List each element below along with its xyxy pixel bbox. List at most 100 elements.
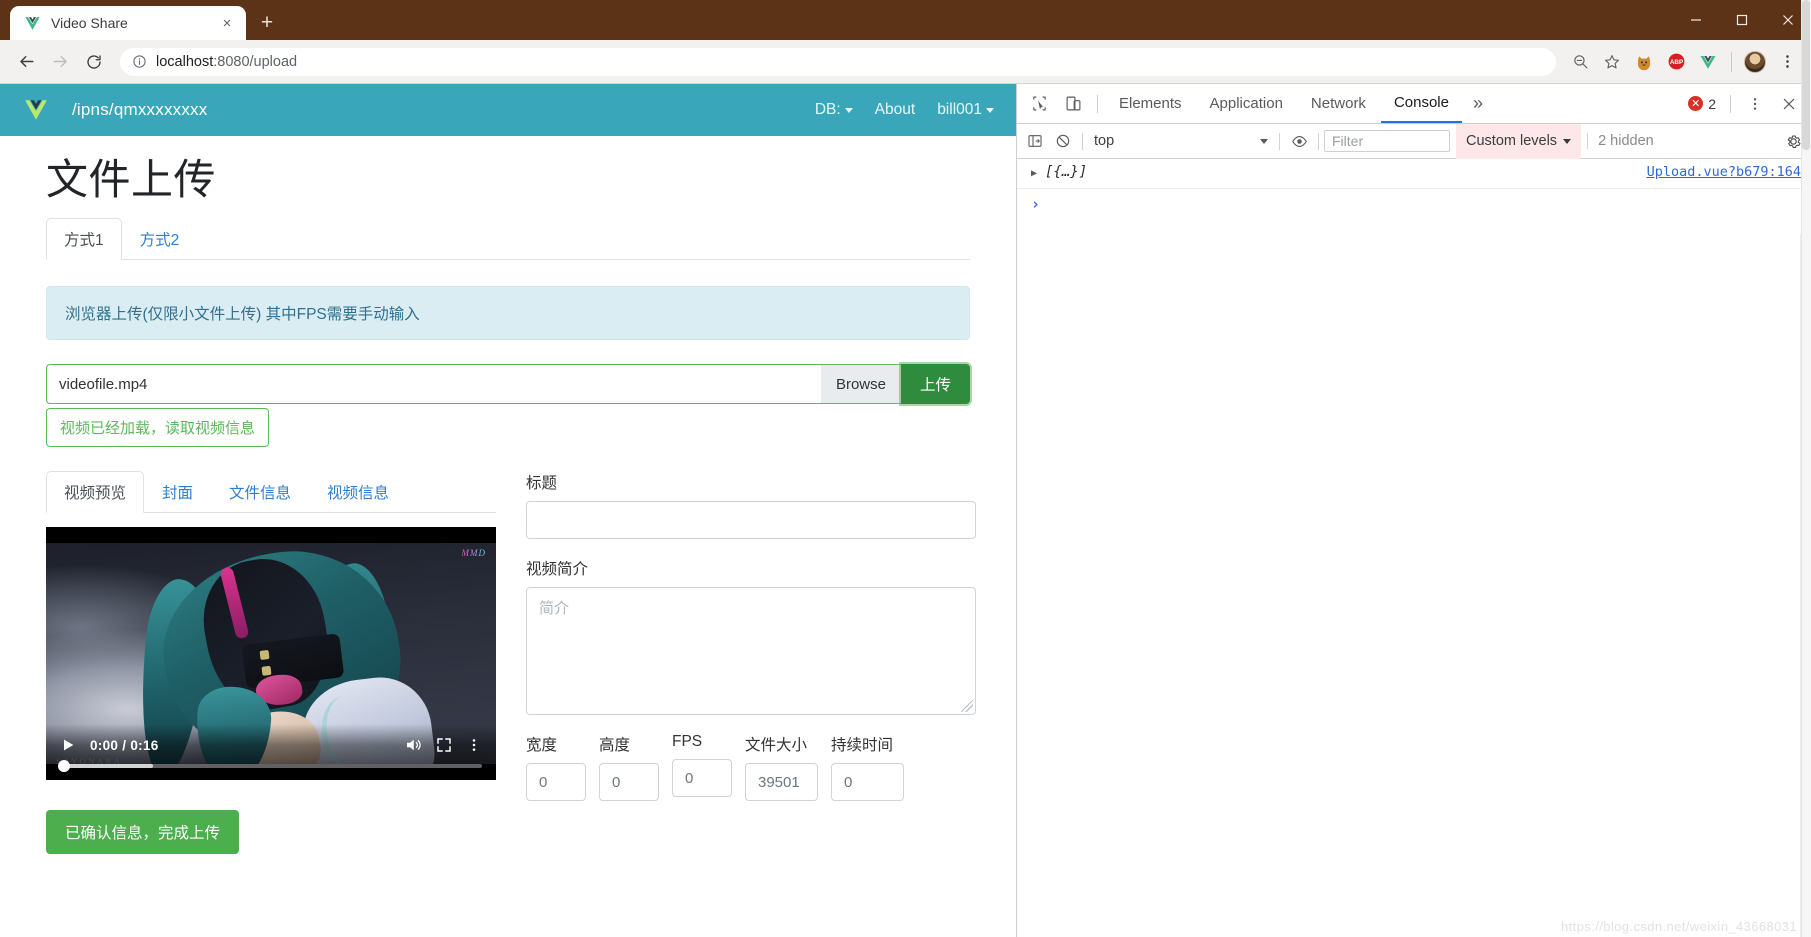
kebab-menu-icon[interactable] bbox=[466, 737, 482, 753]
address-bar[interactable]: localhost:8080/upload bbox=[120, 47, 1556, 76]
tab-file-info[interactable]: 文件信息 bbox=[211, 471, 309, 513]
console-log-text: [{…}] bbox=[1045, 164, 1088, 180]
description-field-group: 视频简介 简介 bbox=[526, 557, 976, 716]
vue-logo-icon bbox=[25, 16, 40, 30]
console-log-source-link[interactable]: Upload.vue?b679:164 bbox=[1631, 164, 1801, 180]
navbar-item-db[interactable]: DB: bbox=[815, 101, 853, 119]
page-scroll-area: /ipns/qmxxxxxxxx DB: About bill001 文件上传 … bbox=[0, 84, 1016, 937]
tab-title: Video Share bbox=[51, 15, 128, 31]
console-toolbar: top Filter Custom levels 2 hidden bbox=[1017, 123, 1811, 159]
fullscreen-icon[interactable] bbox=[436, 737, 452, 753]
meta-field-width: 宽度 0 bbox=[526, 733, 586, 802]
meta-input-fps[interactable]: 0 bbox=[672, 759, 732, 798]
adblock-plus-icon[interactable]: ABP bbox=[1662, 48, 1690, 76]
video-time-display: 0:00 / 0:16 bbox=[90, 737, 159, 753]
meta-input-height[interactable]: 0 bbox=[599, 763, 659, 802]
tab-strip: Video Share × + bbox=[0, 0, 282, 40]
tab-elements[interactable]: Elements bbox=[1106, 84, 1195, 123]
chevron-down-icon bbox=[1260, 138, 1268, 144]
description-label: 视频简介 bbox=[526, 561, 589, 579]
console-sidebar-icon[interactable] bbox=[1021, 128, 1049, 154]
meta-input-duration[interactable]: 0 bbox=[831, 763, 904, 802]
divider bbox=[1279, 132, 1280, 150]
browser-scrollbar[interactable] bbox=[1801, 0, 1811, 937]
close-icon[interactable]: × bbox=[218, 14, 236, 32]
tab-video-preview[interactable]: 视频预览 bbox=[46, 471, 145, 514]
live-expression-icon[interactable] bbox=[1285, 128, 1313, 154]
navbar-item-about[interactable]: About bbox=[875, 101, 916, 119]
page-title: 文件上传 bbox=[46, 156, 217, 203]
upload-button[interactable]: 上传 bbox=[900, 364, 970, 405]
bookmark-star-icon[interactable] bbox=[1598, 48, 1626, 76]
maximize-icon[interactable] bbox=[1719, 0, 1765, 40]
tab-video-info[interactable]: 视频信息 bbox=[309, 471, 407, 513]
console-log-entry[interactable]: ▶ [{…}] Upload.vue?b679:164 bbox=[1017, 159, 1811, 189]
back-icon[interactable] bbox=[10, 46, 42, 78]
profile-avatar[interactable] bbox=[1741, 48, 1769, 76]
method-tabs: 方式1 方式2 bbox=[46, 218, 970, 261]
volume-high-icon[interactable] bbox=[404, 736, 422, 754]
meta-field-filesize: 文件大小 39501 bbox=[745, 733, 818, 802]
app-navbar: /ipns/qmxxxxxxxx DB: About bill001 bbox=[0, 84, 1016, 136]
viewport: /ipns/qmxxxxxxxx DB: About bill001 文件上传 … bbox=[0, 0, 1811, 937]
info-alert: 浏览器上传(仅限小文件上传) 其中FPS需要手动输入 bbox=[46, 286, 970, 341]
kebab-menu-icon[interactable] bbox=[1739, 90, 1771, 118]
description-textarea[interactable]: 简介 bbox=[526, 587, 976, 716]
title-label: 标题 bbox=[526, 475, 558, 493]
inspect-element-icon[interactable] bbox=[1023, 90, 1055, 118]
description-placeholder: 简介 bbox=[539, 600, 570, 618]
forward-icon bbox=[44, 46, 76, 78]
minimize-icon[interactable] bbox=[1673, 0, 1719, 40]
reload-icon[interactable] bbox=[78, 46, 110, 78]
meta-label-filesize: 文件大小 bbox=[745, 737, 808, 755]
new-tab-button[interactable]: + bbox=[252, 7, 282, 37]
clear-console-icon[interactable] bbox=[1049, 128, 1077, 154]
chevron-down-icon bbox=[986, 107, 994, 113]
window-controls bbox=[1673, 0, 1811, 40]
page-watermark: https://blog.csdn.net/weixin_43668031 bbox=[1561, 919, 1797, 934]
execution-context-select[interactable]: top bbox=[1088, 129, 1274, 153]
tab-method-1[interactable]: 方式1 bbox=[46, 218, 122, 261]
file-name-input[interactable]: videofile.mp4 bbox=[46, 364, 821, 405]
navbar-item-user-label: bill001 bbox=[937, 101, 982, 118]
tab-application[interactable]: Application bbox=[1197, 84, 1296, 123]
browse-button[interactable]: Browse bbox=[820, 364, 901, 405]
video-player[interactable]: MMD SAYONARA 0:00 / 0:16 bbox=[46, 527, 496, 781]
video-progress-bar[interactable] bbox=[58, 760, 482, 773]
meta-input-width[interactable]: 0 bbox=[526, 763, 586, 802]
console-log-area: ▶ [{…}] Upload.vue?b679:164 › bbox=[1017, 159, 1811, 937]
divider bbox=[1097, 94, 1098, 113]
navbar-item-user[interactable]: bill001 bbox=[937, 101, 994, 119]
ipns-path[interactable]: /ipns/qmxxxxxxxx bbox=[72, 100, 207, 120]
resize-handle-icon[interactable] bbox=[961, 700, 973, 713]
play-icon[interactable] bbox=[60, 737, 76, 753]
meta-label-duration: 持续时间 bbox=[831, 737, 894, 755]
error-badge[interactable]: ✕ 2 bbox=[1682, 96, 1722, 112]
log-levels-dropdown[interactable]: Custom levels bbox=[1456, 123, 1582, 159]
meta-input-filesize[interactable]: 39501 bbox=[745, 763, 818, 802]
console-filter-input[interactable]: Filter bbox=[1324, 130, 1450, 152]
device-toolbar-icon[interactable] bbox=[1057, 90, 1089, 118]
video-progress-handle[interactable] bbox=[58, 760, 70, 773]
cat-extension-icon[interactable] bbox=[1630, 48, 1658, 76]
tab-console[interactable]: Console bbox=[1380, 84, 1462, 123]
scrollbar-thumb[interactable] bbox=[1802, 0, 1810, 150]
zoom-out-icon[interactable] bbox=[1566, 48, 1594, 76]
navbar-links: DB: About bill001 bbox=[815, 101, 994, 119]
chevron-down-icon bbox=[1563, 138, 1572, 144]
confirm-upload-button[interactable]: 已确认信息，完成上传 bbox=[46, 810, 240, 855]
console-prompt[interactable]: › bbox=[1017, 189, 1811, 219]
tab-method-2[interactable]: 方式2 bbox=[122, 218, 198, 260]
more-tabs-icon[interactable]: » bbox=[1464, 84, 1492, 123]
vue-logo-icon bbox=[25, 100, 47, 120]
tab-cover[interactable]: 封面 bbox=[144, 471, 211, 513]
divider bbox=[1730, 94, 1731, 113]
title-input[interactable] bbox=[526, 501, 976, 540]
vue-devtools-icon[interactable] bbox=[1694, 48, 1722, 76]
expand-arrow-icon[interactable]: ▶ bbox=[1031, 164, 1045, 183]
title-field-group: 标题 bbox=[526, 471, 976, 540]
chrome-menu-icon[interactable] bbox=[1773, 48, 1801, 76]
tab-network[interactable]: Network bbox=[1298, 84, 1379, 123]
browser-tab[interactable]: Video Share × bbox=[10, 6, 246, 40]
file-upload-row: videofile.mp4 Browse 上传 bbox=[46, 364, 970, 405]
